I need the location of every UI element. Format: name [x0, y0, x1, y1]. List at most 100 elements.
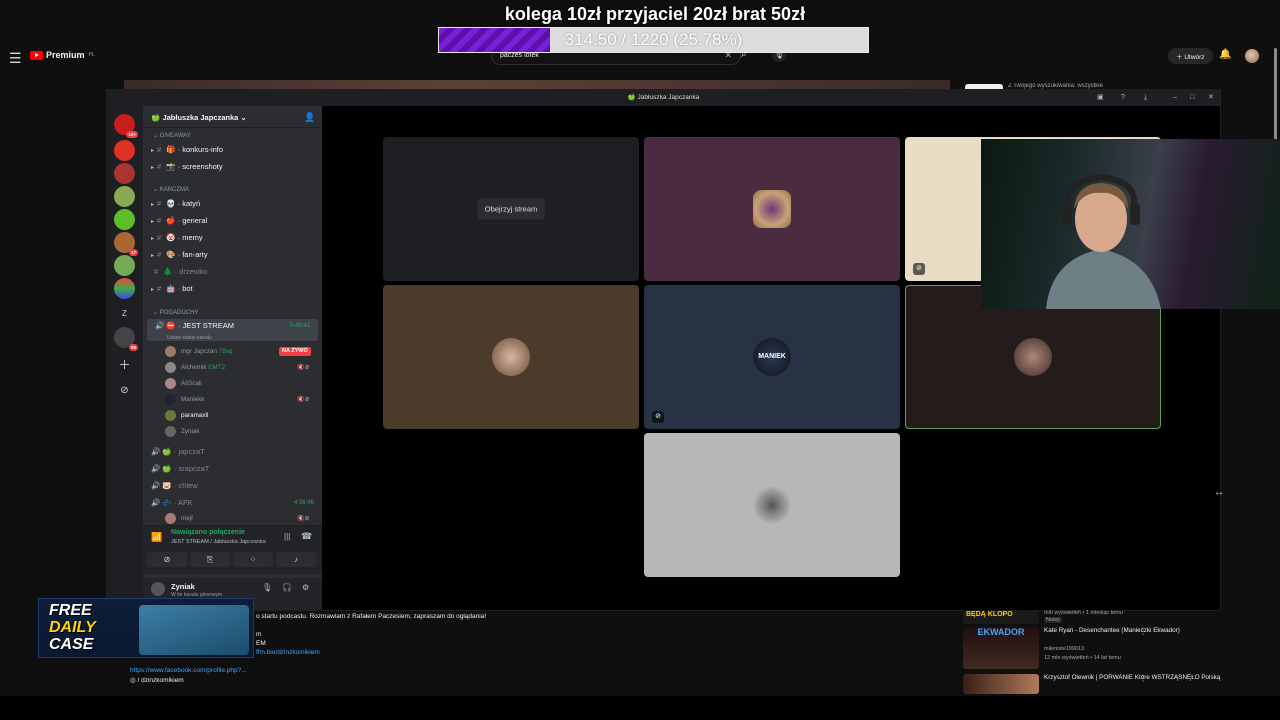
- camera-button[interactable]: ⊘: [147, 552, 187, 567]
- camera-off-icon: ⊘: [652, 411, 664, 423]
- expand-icon: ▸: [151, 202, 155, 208]
- category-pogaduchy[interactable]: ⌄ POGADUCHY: [153, 309, 198, 316]
- speaker-icon: 🔊: [155, 321, 165, 330]
- disconnect-icon[interactable]: ☎: [301, 531, 312, 542]
- server-icon[interactable]: 18+: [114, 114, 138, 138]
- watch-stream-button[interactable]: Obejrzyj stream: [477, 198, 545, 220]
- channel-status[interactable]: Ustaw status kanału: [167, 331, 212, 345]
- channel-screenshoty[interactable]: ▸ # 📸 · screenshoty: [143, 160, 322, 174]
- avatar[interactable]: [1245, 49, 1259, 63]
- minimize-icon[interactable]: –: [1173, 90, 1177, 106]
- stream-tile[interactable]: Obejrzyj stream: [383, 137, 639, 281]
- headphones-icon[interactable]: 🎧: [282, 583, 292, 592]
- add-server-icon[interactable]: ＋: [114, 356, 135, 377]
- channel-memy[interactable]: ▸ # 🤡 · memy: [143, 231, 322, 245]
- maximize-icon[interactable]: □: [1190, 90, 1194, 106]
- voice-channel[interactable]: 🔊 🍏 · srapczaT: [143, 462, 322, 476]
- facebook-link[interactable]: https://www.facebook.com/profile.php?...: [130, 667, 247, 674]
- menu-icon[interactable]: ☰: [9, 50, 22, 67]
- voice-channel[interactable]: 🔊 🍏 · japczaT: [143, 445, 322, 459]
- voice-user[interactable]: mejf: [165, 512, 193, 526]
- participant-tile[interactable]: [383, 285, 639, 429]
- channel-konkurs-info[interactable]: ▸ # 🎁 · konkurs-info: [143, 143, 322, 157]
- expand-icon: ▸: [151, 165, 155, 171]
- avatar: [492, 338, 530, 376]
- truck-image: [139, 605, 249, 655]
- server-icon[interactable]: [114, 255, 135, 276]
- noise-suppression-icon[interactable]: |||: [284, 532, 290, 541]
- voice-channel[interactable]: 🔊 🐷 · chlew: [143, 479, 322, 493]
- avatar: [165, 409, 176, 421]
- channel-bot[interactable]: ▸ # 🤖 · bot: [143, 282, 322, 296]
- participant-tile[interactable]: [644, 137, 900, 281]
- help-icon[interactable]: ?: [1121, 90, 1125, 106]
- voice-channel-jest-stream[interactable]: 🔊 ⛔ · JEST STREAM 5:49:41 Ustaw status k…: [147, 319, 318, 341]
- youtube-play-icon: [30, 50, 43, 60]
- server-icon[interactable]: [114, 140, 135, 161]
- activities-button[interactable]: ⁘: [233, 552, 273, 567]
- social-handle[interactable]: ◎ / dzinzkomikiem: [130, 676, 184, 684]
- server-icon-active[interactable]: [114, 209, 135, 230]
- server-icon[interactable]: 65: [114, 327, 138, 351]
- server-icon[interactable]: 17: [114, 232, 138, 256]
- avatar[interactable]: [151, 582, 165, 596]
- channel-emoji: 💀: [166, 199, 176, 208]
- server-badge: 18+: [126, 131, 138, 138]
- more-icon[interactable]: ⋮: [1139, 674, 1147, 683]
- resize-icon[interactable]: ↔: [1214, 487, 1224, 498]
- voice-user[interactable]: paramaxll: [165, 409, 208, 423]
- channel-general[interactable]: ▸ # 🍎 · general: [143, 214, 322, 228]
- channel-fan-arty[interactable]: ▸ # 🎨 · fan-arty: [143, 248, 322, 262]
- soundboard-button[interactable]: ♪: [276, 552, 316, 567]
- description-link[interactable]: ffm.bio/dzinzkomikiem: [256, 649, 320, 656]
- server-z-icon[interactable]: Z: [114, 303, 135, 324]
- discover-icon[interactable]: ⊘: [114, 380, 135, 401]
- participant-tile[interactable]: MANIEK ⊘: [644, 285, 900, 429]
- user-name[interactable]: Zyniak: [171, 582, 195, 591]
- voice-user[interactable]: Zyniak: [165, 425, 200, 439]
- channel-timer: 5:49:41: [289, 323, 310, 329]
- server-icon[interactable]: [114, 163, 135, 184]
- expand-icon: ▸: [151, 148, 155, 154]
- ad-line: FREE: [49, 602, 92, 619]
- channel-katyn[interactable]: ▸ # 💀 · katyń: [143, 197, 322, 211]
- scrollbar[interactable]: [1274, 48, 1277, 142]
- youtube-logo-text: Premium: [46, 50, 85, 60]
- bell-icon[interactable]: 🔔: [1219, 49, 1231, 60]
- hash-icon: #: [157, 284, 162, 293]
- download-icon[interactable]: ⤓: [1144, 90, 1147, 106]
- ad-line: DAILY: [49, 619, 96, 636]
- server-icon[interactable]: [114, 278, 135, 299]
- participant-tile[interactable]: [644, 433, 900, 577]
- voice-channel-afk[interactable]: 🔊 💤 · AFK 4:36:46: [143, 496, 322, 510]
- add-member-icon[interactable]: 👤: [304, 112, 315, 123]
- donation-progress-bar: 314.50 / 1220 (25.78%): [438, 27, 869, 53]
- category-giveaway[interactable]: ⌄ GIVEAWAY: [153, 132, 191, 139]
- voice-user[interactable]: Alchemik EMT2: [165, 361, 225, 375]
- voice-user[interactable]: Maniekk: [165, 393, 204, 407]
- more-icon[interactable]: ⋮: [1139, 627, 1147, 636]
- settings-icon[interactable]: ⚙: [302, 583, 309, 592]
- category-label: KARCZMA: [159, 187, 190, 193]
- youtube-logo[interactable]: Premium PL: [30, 50, 95, 60]
- voice-user-name: Zyniak: [181, 428, 200, 435]
- voice-user[interactable]: mgr Japczan 78sq: [165, 345, 232, 359]
- microphone-icon[interactable]: 🎙: [262, 583, 272, 592]
- category-karczma[interactable]: ⌄ KARCZMA: [153, 186, 189, 193]
- voice-channel-path[interactable]: JEST STREAM / Jabłuszka Japczanka: [171, 539, 266, 545]
- share-screen-button[interactable]: ⎘: [190, 552, 230, 567]
- server-name[interactable]: 🍏 Jabłuszka Japczanka ⌄: [143, 106, 322, 128]
- recommendation-meta: mln wyświetleń • 1 miesiąc temu: [1044, 610, 1123, 616]
- description-text: EM: [256, 640, 266, 647]
- screen-icon[interactable]: ▣: [1097, 90, 1104, 106]
- channel-drzewko[interactable]: # 🌲 · drzewko: [143, 265, 322, 279]
- server-icon[interactable]: [114, 186, 135, 207]
- create-button[interactable]: ＋ Utwórz: [1168, 48, 1213, 64]
- voice-status[interactable]: Nawiązano połączenie: [171, 529, 245, 536]
- recommendation-item[interactable]: EKWADOR Kate Ryan - Desenchantee (Maniec…: [963, 627, 1263, 669]
- recommendation-thumbnail: BĘDĄ KLOPO: [963, 610, 1039, 624]
- channel-label: JEST STREAM: [182, 321, 234, 330]
- donation-progress-text: 314.50 / 1220 (25.78%): [564, 30, 743, 49]
- voice-user[interactable]: AliScali: [165, 377, 202, 391]
- close-icon[interactable]: ✕: [1208, 90, 1214, 106]
